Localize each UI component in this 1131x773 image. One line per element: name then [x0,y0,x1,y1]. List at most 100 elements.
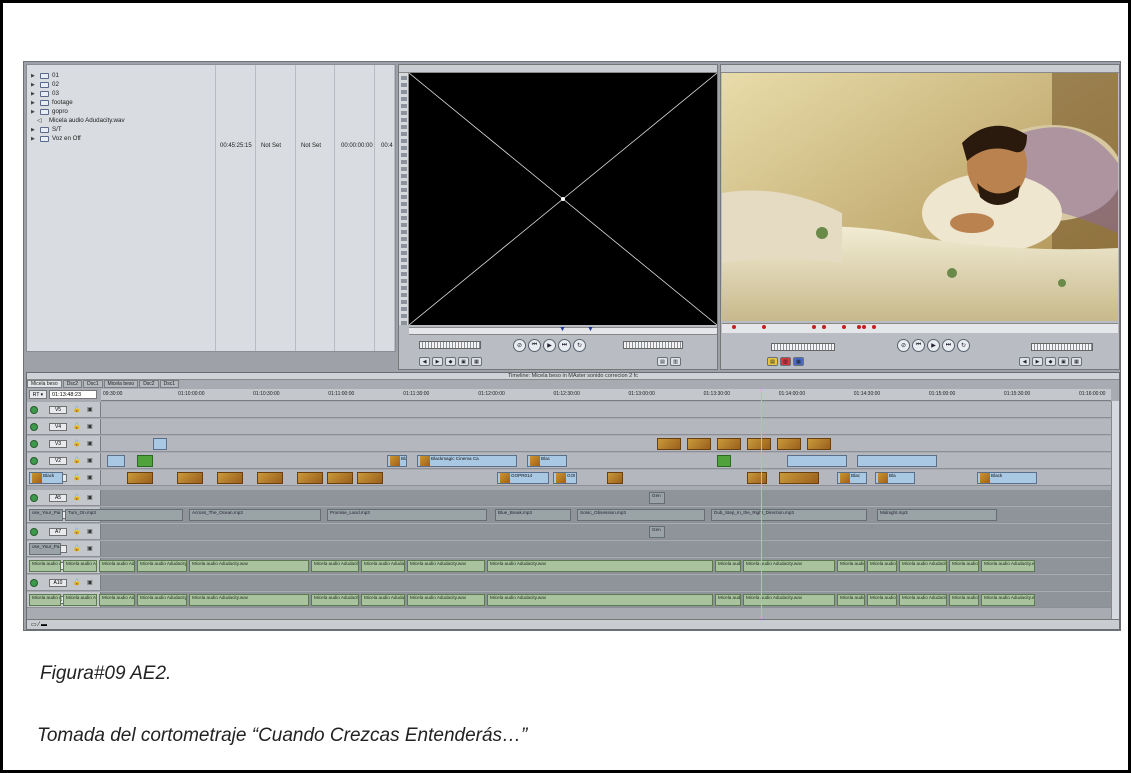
overwrite-icon[interactable]: ▥ [670,357,681,366]
track-visibility-icon[interactable] [30,440,38,448]
clip[interactable]: Micela audio Adudacity.wav [361,560,405,572]
insert-icon[interactable]: ▤ [657,357,668,366]
lock-icon[interactable]: 🔓 [73,494,80,501]
clip[interactable] [297,472,323,484]
match-frame-icon[interactable]: ▣ [458,357,469,366]
clip[interactable]: Micela audio Adudacity.wav [715,594,741,606]
marker-icon[interactable]: ◆ [445,357,456,366]
clip[interactable] [137,455,153,467]
clip[interactable]: Micela audio Adudacity.wav [837,594,865,606]
clip[interactable] [857,455,937,467]
clip[interactable] [217,472,243,484]
clip[interactable]: Micela audio Adudacity.wav [487,560,713,572]
clip[interactable] [777,438,801,450]
sequence-tab[interactable]: Dsc2 [62,380,83,388]
clip[interactable] [717,438,741,450]
out-point-icon[interactable]: ▶ [432,357,443,366]
clip[interactable]: Micela audio Adudacity.wav [189,594,309,606]
clip[interactable] [807,438,831,450]
browser-item[interactable]: ▶ Voz en Off [31,134,81,143]
clip[interactable]: GOPR014 [497,472,549,484]
clip[interactable]: ose_Your_Pai [29,509,63,521]
browser-item[interactable]: ▶ 01 [31,71,59,80]
clip[interactable]: Blackmagic Cinema Ca [417,455,517,467]
clip[interactable]: Micela audio Adudacity.wav [949,560,979,572]
track-visibility-icon[interactable] [30,579,38,587]
canvas-in-icon[interactable]: ◀ [1019,357,1030,366]
clip[interactable]: Black [387,455,407,467]
canvas-marker-icon[interactable]: ◆ [1045,357,1056,366]
clip[interactable]: Micela audio Adudacity.wav [743,560,835,572]
clip[interactable]: Micela audio Adudacity.wav [189,560,309,572]
clip[interactable]: Micela audio Adudacity.wav [29,560,61,572]
canvas-loop-icon[interactable]: ↻ [957,339,970,352]
browser-item[interactable]: ▶ footage [31,98,73,107]
auto-select-icon[interactable]: ▣ [87,528,93,535]
track-label[interactable]: V2 [49,457,67,465]
track-visibility-icon[interactable] [30,494,38,502]
timeline-scrollbar[interactable] [1111,401,1119,619]
clip[interactable]: Black [29,472,63,484]
canvas-match-icon[interactable]: ▣ [1058,357,1069,366]
clip[interactable]: Micela audio Adudacity.wav [311,560,359,572]
clip[interactable]: Micela audio Adudacity.wav [137,594,187,606]
clip[interactable] [687,438,711,450]
canvas-jog[interactable] [1031,343,1093,351]
viewer-shuttle[interactable] [419,341,481,349]
clip[interactable]: Across_The_Ocean.mp3 [189,509,321,521]
lock-icon[interactable]: 🔓 [73,545,80,552]
overwrite-edit-icon[interactable]: ▥ [780,357,791,366]
viewer-screen[interactable] [408,72,718,326]
clip[interactable]: Blue_Break.mp3 [495,509,571,521]
lock-icon[interactable]: 🔓 [73,406,80,413]
clip[interactable] [747,438,771,450]
lock-icon[interactable]: 🔓 [73,457,80,464]
disclosure-triangle-icon[interactable]: ▶ [31,73,37,79]
clip[interactable] [357,472,383,484]
zoom-slider-icon[interactable]: ▭ ⁄ ▬ [31,621,47,628]
clip[interactable] [657,438,681,450]
clip[interactable]: Micela audio Adudacity.wav [407,560,485,572]
track-visibility-icon[interactable] [30,457,38,465]
disclosure-triangle-icon[interactable]: ▶ [31,82,37,88]
clip[interactable] [177,472,203,484]
auto-select-icon[interactable]: ▣ [87,494,93,501]
track-label[interactable]: A7 [49,528,67,536]
clip[interactable] [127,472,153,484]
current-timecode[interactable]: 01:13:48:23 [49,390,97,399]
clip[interactable] [717,455,731,467]
clip[interactable]: Bla [875,472,915,484]
clip[interactable] [107,455,125,467]
sequence-tab[interactable]: Dsc1 [159,380,179,388]
auto-select-icon[interactable]: ▣ [87,579,93,586]
track-visibility-icon[interactable] [30,528,38,536]
clip[interactable]: Micela audio Adudacity.wav [99,560,135,572]
sequence-tab[interactable]: Dsc2 [139,380,159,388]
clip[interactable]: Micela audio Adudacity.wav [311,594,359,606]
clip[interactable] [327,472,353,484]
lock-icon[interactable]: 🔓 [73,474,80,481]
playhead[interactable] [761,389,762,619]
in-point-icon[interactable]: ◀ [419,357,430,366]
clip[interactable]: GOI [553,472,577,484]
clip[interactable]: Micela audio Adudacity.wav [407,594,485,606]
browser-item[interactable]: ▶ 02 [31,80,59,89]
sequence-tab[interactable]: Dsc1 [83,380,103,388]
clip[interactable]: Micela audio Adudacity.wav [29,594,61,606]
auto-select-icon[interactable]: ▣ [87,423,93,430]
lock-icon[interactable]: 🔓 [73,423,80,430]
canvas-out-icon[interactable]: ▶ [1032,357,1043,366]
browser-item[interactable]: ▶ S/T [31,125,62,134]
canvas-scrubber[interactable] [722,323,1118,333]
clip[interactable]: Blac [527,455,567,467]
auto-select-icon[interactable]: ▣ [87,474,93,481]
loop-icon[interactable]: ↻ [573,339,586,352]
clip[interactable]: Sonic_Obsession.mp3 [577,509,705,521]
clip[interactable]: Gen [649,526,665,538]
clip[interactable]: Blac [837,472,867,484]
clip[interactable] [787,455,847,467]
canvas-next-icon[interactable]: ⏭ [942,339,955,352]
clip[interactable]: Micela audio Adudacity.wav [715,560,741,572]
track-visibility-icon[interactable] [30,423,38,431]
track-label[interactable]: A5 [49,494,67,502]
